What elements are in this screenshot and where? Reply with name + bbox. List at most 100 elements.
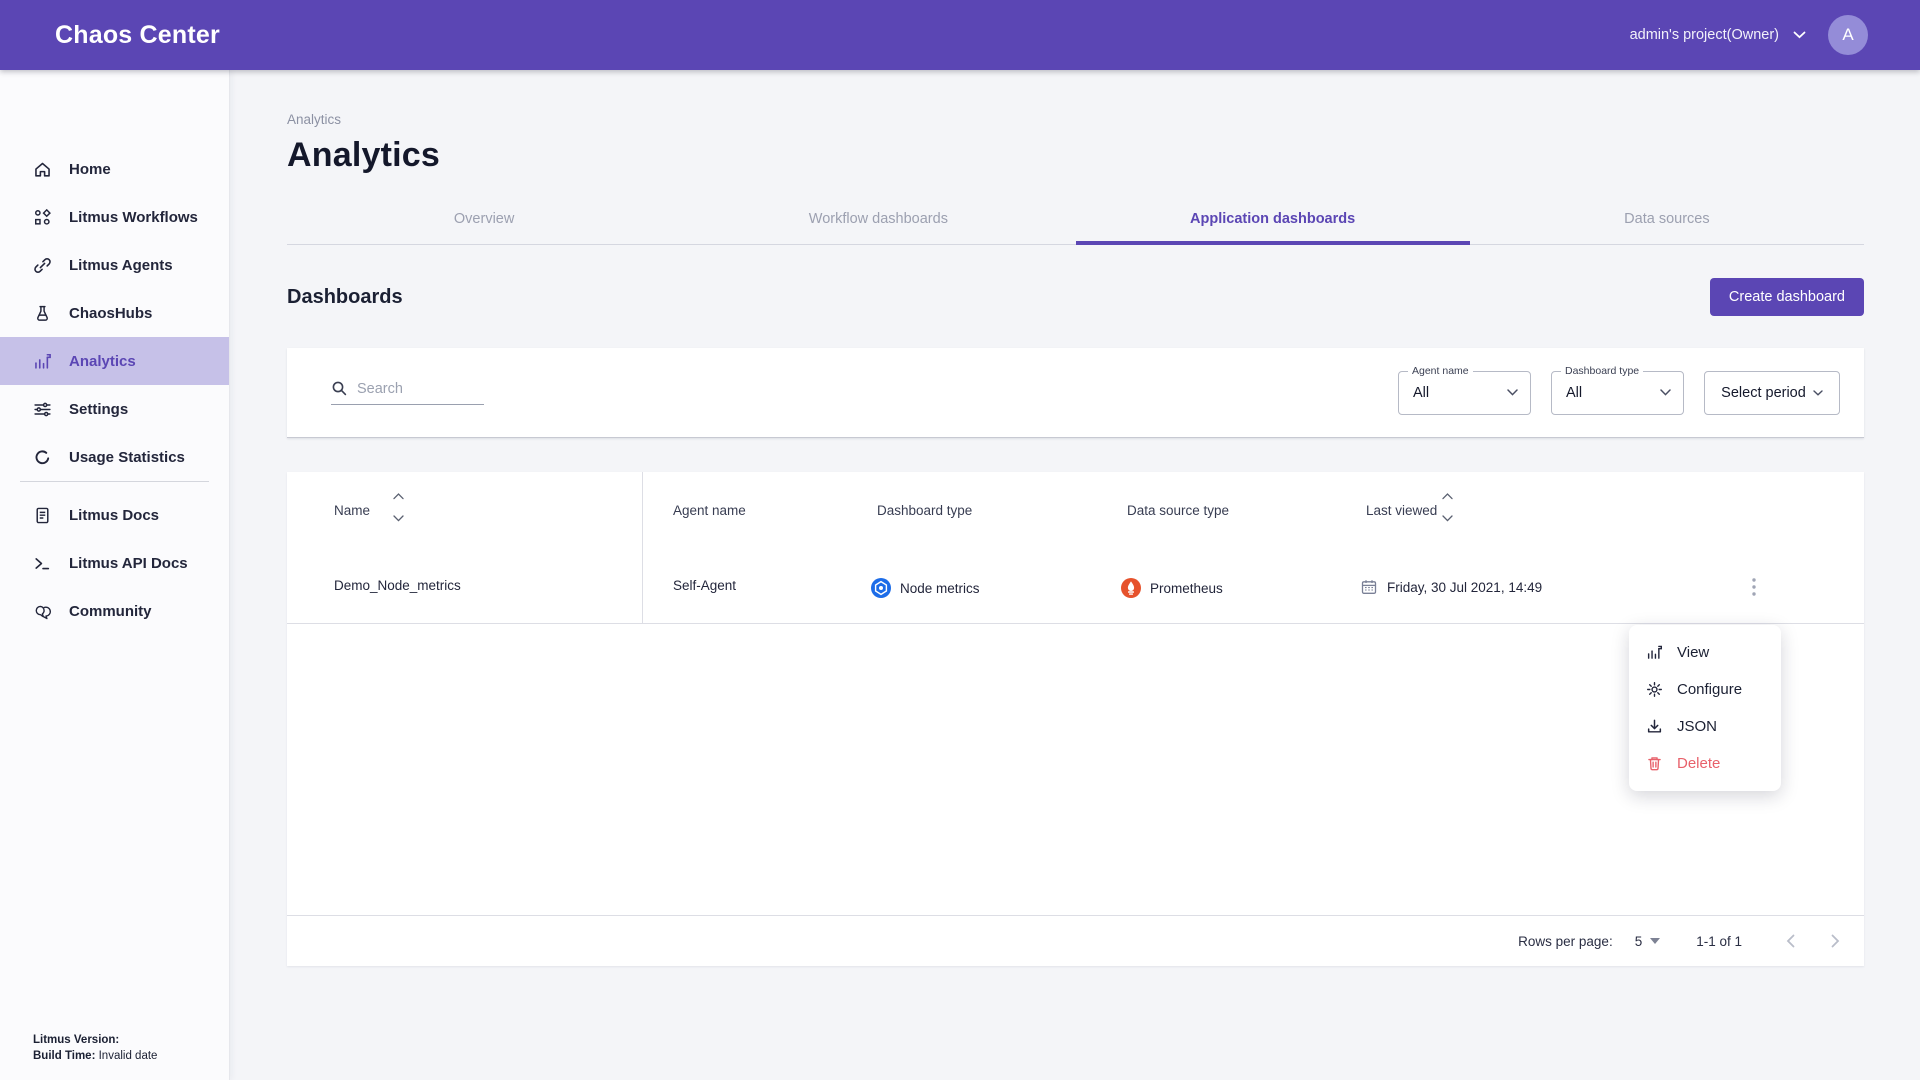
workflows-icon	[33, 208, 52, 227]
menu-item-label: View	[1677, 644, 1709, 661]
chevron-left-icon	[1786, 934, 1795, 948]
sidebar-item-litmus-docs[interactable]: Litmus Docs	[0, 491, 229, 539]
tab-workflow-dashboards[interactable]: Workflow dashboards	[681, 201, 1075, 244]
table-header-row: Name Agent name Dashboard type Data sour…	[287, 472, 1864, 550]
search-input[interactable]	[357, 381, 475, 397]
menu-item-label: Delete	[1677, 755, 1720, 772]
column-header-name: Name	[334, 503, 370, 518]
project-selector[interactable]: admin's project(Owner)	[1630, 27, 1806, 43]
sidebar-item-label: Settings	[69, 401, 128, 418]
cell-last-viewed: Friday, 30 Jul 2021, 14:49	[1360, 578, 1542, 596]
sort-ascending-icon	[393, 493, 404, 500]
sidebar-item-chaoshubs[interactable]: ChaosHubs	[0, 289, 229, 337]
sidebar-item-label: Litmus Agents	[69, 257, 173, 274]
tab-data-sources[interactable]: Data sources	[1470, 201, 1864, 244]
chevron-right-icon	[1831, 934, 1840, 948]
search-box	[331, 380, 484, 405]
tab-bar: Overview Workflow dashboards Application…	[287, 201, 1864, 245]
column-header-dashboard-type: Dashboard type	[877, 503, 972, 518]
sidebar-item-analytics[interactable]: Analytics	[0, 337, 229, 385]
avatar-initial: A	[1842, 25, 1853, 45]
build-time-value: Invalid date	[99, 1050, 158, 1062]
row-actions-kebab-button[interactable]	[1742, 574, 1766, 600]
chevron-down-icon	[1813, 390, 1823, 396]
agent-name-select[interactable]: Agent name All	[1398, 371, 1531, 415]
column-header-agent-name: Agent name	[673, 503, 746, 518]
sort-ascending-icon	[1442, 493, 1453, 500]
cell-name: Demo_Node_metrics	[334, 578, 461, 593]
menu-item-view[interactable]: View	[1629, 634, 1781, 671]
avatar[interactable]: A	[1828, 15, 1868, 55]
sidebar-item-usage-statistics[interactable]: Usage Statistics	[0, 433, 229, 481]
previous-page-button[interactable]	[1780, 930, 1801, 952]
tab-overview[interactable]: Overview	[287, 201, 681, 244]
breadcrumb: Analytics	[287, 112, 1864, 127]
sidebar-item-litmus-workflows[interactable]: Litmus Workflows	[0, 193, 229, 241]
table-row: Demo_Node_metrics Self-Agent Node metric…	[287, 550, 1864, 624]
menu-item-delete[interactable]: Delete	[1629, 745, 1781, 782]
sort-name-control[interactable]	[393, 493, 404, 522]
create-dashboard-button[interactable]: Create dashboard	[1710, 278, 1864, 316]
node-metrics-icon	[871, 578, 891, 598]
sidebar-item-home[interactable]: Home	[0, 145, 229, 193]
dashboards-table: Name Agent name Dashboard type Data sour…	[287, 472, 1864, 966]
chevron-down-icon	[1507, 389, 1518, 396]
view-chart-icon	[1646, 644, 1663, 661]
menu-item-label: JSON	[1677, 718, 1717, 735]
sidebar-item-label: Litmus Workflows	[69, 209, 198, 226]
sidebar: Home Litmus Workflows Litmus Agents Chao…	[0, 70, 230, 1080]
menu-item-label: Configure	[1677, 681, 1742, 698]
chat-bubbles-icon	[33, 602, 52, 621]
select-period-button[interactable]: Select period	[1704, 371, 1840, 415]
agent-name-select-value: All	[1413, 385, 1429, 401]
sidebar-divider	[20, 481, 209, 482]
page-title: Analytics	[287, 136, 1864, 175]
sidebar-item-litmus-api-docs[interactable]: Litmus API Docs	[0, 539, 229, 587]
sidebar-primary-nav: Home Litmus Workflows Litmus Agents Chao…	[0, 145, 229, 481]
top-bar: Chaos Center admin's project(Owner) A	[0, 0, 1920, 70]
cell-dashboard-type: Node metrics	[871, 578, 980, 598]
menu-item-configure[interactable]: Configure	[1629, 671, 1781, 708]
rows-per-page-select[interactable]: 5	[1635, 934, 1661, 949]
sidebar-item-litmus-agents[interactable]: Litmus Agents	[0, 241, 229, 289]
sort-last-viewed-control[interactable]	[1442, 493, 1453, 522]
flask-icon	[33, 304, 52, 323]
next-page-button[interactable]	[1825, 930, 1846, 952]
sidebar-item-settings[interactable]: Settings	[0, 385, 229, 433]
bar-chart-icon	[33, 352, 52, 371]
column-header-data-source-type: Data source type	[1127, 503, 1229, 518]
table-pagination: Rows per page: 5 1-1 of 1	[287, 915, 1864, 966]
link-icon	[33, 256, 52, 275]
cell-agent-name: Self-Agent	[673, 578, 736, 593]
sidebar-item-label: Usage Statistics	[69, 449, 185, 466]
sidebar-item-community[interactable]: Community	[0, 587, 229, 635]
prometheus-icon	[1121, 578, 1141, 598]
home-icon	[33, 160, 52, 179]
column-header-last-viewed: Last viewed	[1366, 503, 1437, 518]
cell-dashboard-type-label: Node metrics	[900, 581, 980, 596]
document-icon	[33, 506, 52, 525]
row-actions-menu: View Configure JSON Delete	[1629, 625, 1781, 791]
rows-per-page-value: 5	[1635, 934, 1643, 949]
terminal-icon	[33, 554, 52, 573]
chevron-down-icon	[1793, 31, 1806, 39]
tab-application-dashboards[interactable]: Application dashboards	[1076, 201, 1470, 244]
sort-descending-icon	[1442, 515, 1453, 522]
kebab-icon	[1752, 578, 1756, 596]
sidebar-item-label: Litmus API Docs	[69, 555, 188, 572]
section-header: Dashboards Create dashboard	[287, 278, 1864, 316]
app-title: Chaos Center	[55, 21, 220, 50]
dropdown-arrow-icon	[1650, 938, 1660, 944]
sidebar-item-label: ChaosHubs	[69, 305, 152, 322]
chevron-down-icon	[1660, 389, 1671, 396]
version-label: Litmus Version:	[33, 1034, 119, 1046]
cell-data-source-label: Prometheus	[1150, 581, 1223, 596]
sort-descending-icon	[393, 515, 404, 522]
dashboard-type-select[interactable]: Dashboard type All	[1551, 371, 1684, 415]
sliders-icon	[33, 400, 52, 419]
agent-name-select-label: Agent name	[1408, 365, 1473, 377]
trash-icon	[1646, 755, 1663, 772]
menu-item-json[interactable]: JSON	[1629, 708, 1781, 745]
dashboard-type-select-value: All	[1566, 385, 1582, 401]
main-content: Analytics Analytics Overview Workflow da…	[230, 70, 1920, 1080]
